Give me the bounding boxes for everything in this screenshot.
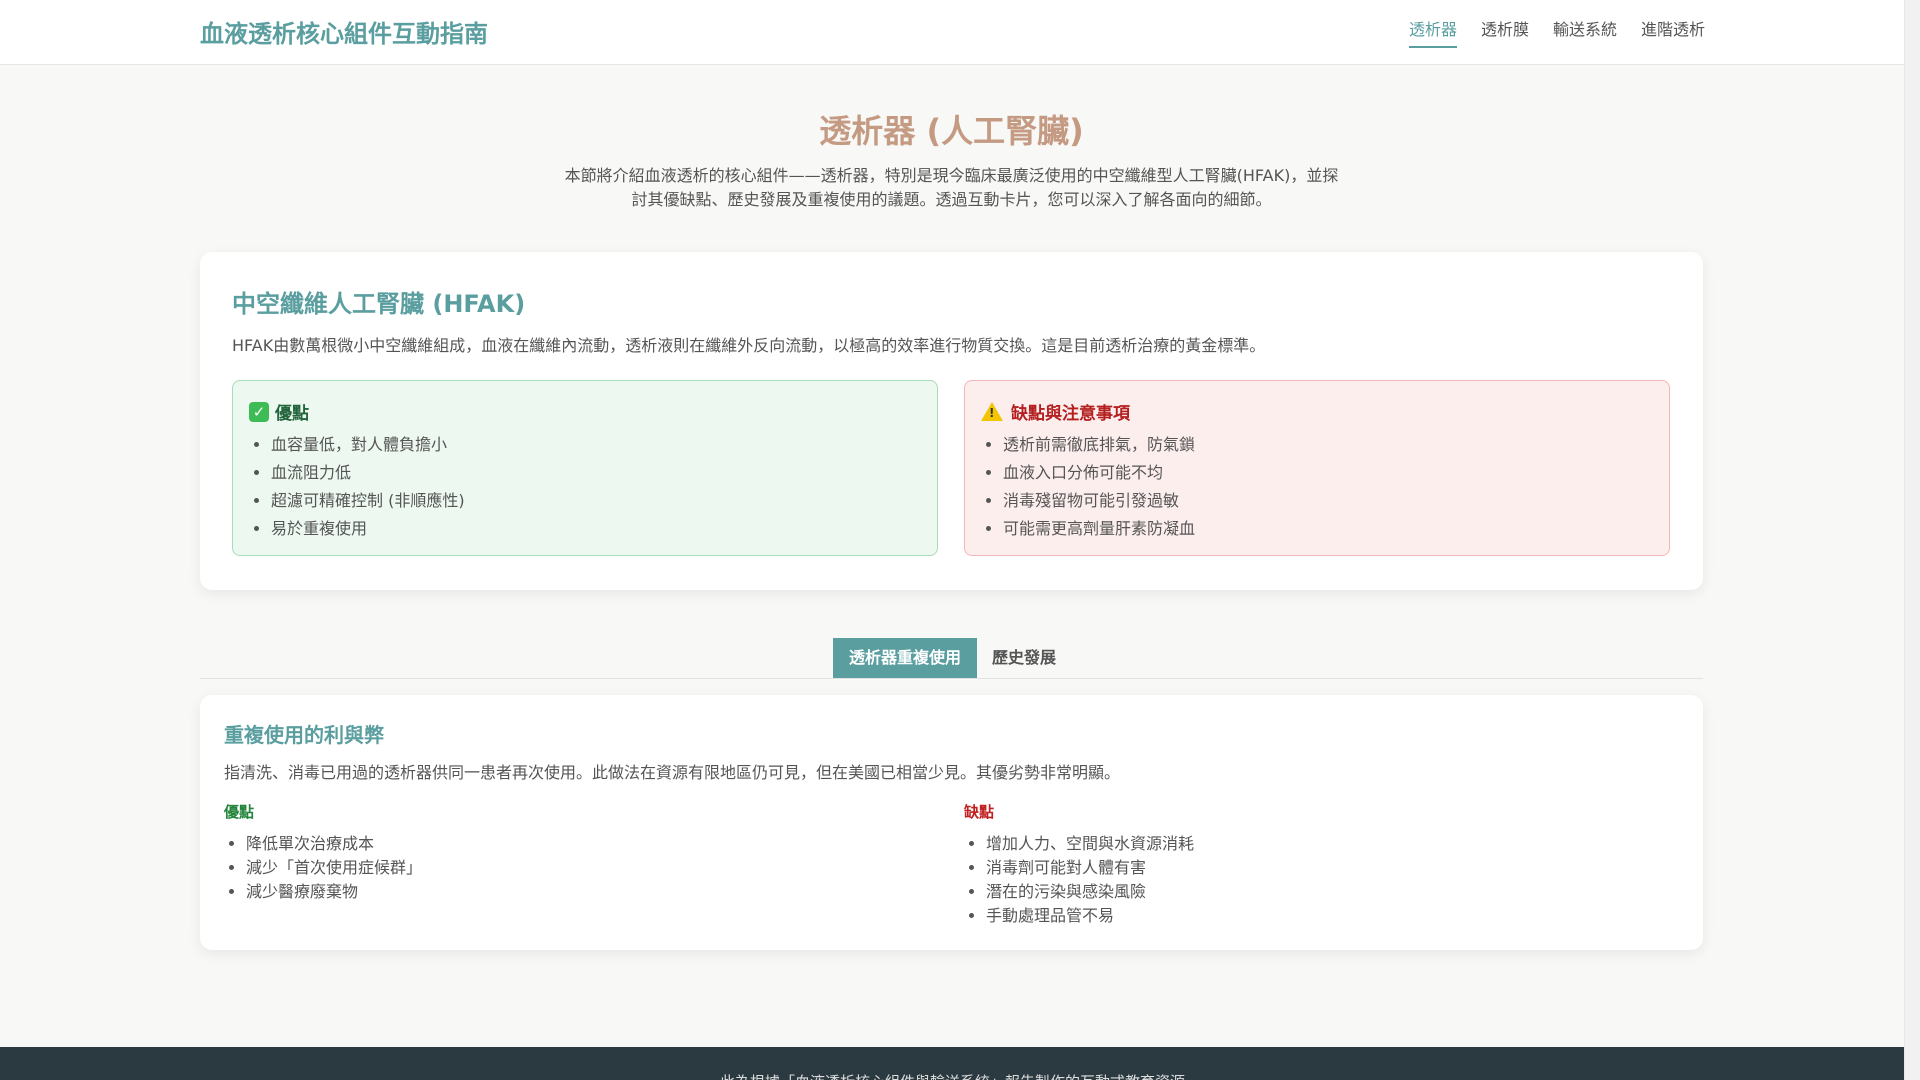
- list-item: 易於重複使用: [271, 515, 465, 543]
- tab-dialyzer-reuse[interactable]: 透析器重複使用: [833, 638, 978, 678]
- list-item: 降低單次治療成本: [246, 832, 924, 856]
- reuse-title: 重複使用的利與弊: [224, 723, 384, 747]
- hfak-pros-header: ✓ 優點: [249, 399, 309, 424]
- hfak-card: 中空纖維人工腎臟 (HFAK) HFAK由數萬根微小中空纖維組成，血液在纖維內流…: [200, 252, 1703, 590]
- reuse-card: 重複使用的利與弊 指清洗、消毒已用過的透析器供同一患者再次使用。此做法在資源有限…: [200, 695, 1703, 950]
- list-item: 減少「首次使用症候群」: [246, 856, 924, 880]
- reuse-cons-column: 缺點 增加人力、空間與水資源消耗 消毒劑可能對人體有害 潛在的污染與感染風險 手…: [964, 801, 1664, 928]
- list-item: 潛在的污染與感染風險: [986, 880, 1664, 904]
- reuse-pros-list: 降低單次治療成本 減少「首次使用症候群」 減少醫療廢棄物: [224, 832, 924, 904]
- tab-bar: 透析器重複使用 歷史發展: [200, 638, 1703, 679]
- hfak-pros-list: 血容量低，對人體負擔小 血流阻力低 超濾可精確控制 (非順應性) 易於重複使用: [249, 431, 465, 543]
- tab-history[interactable]: 歷史發展: [976, 638, 1072, 678]
- list-item: 增加人力、空間與水資源消耗: [986, 832, 1664, 856]
- nav-advanced-dialysis[interactable]: 進階透析: [1641, 16, 1705, 48]
- list-item: 消毒劑可能對人體有害: [986, 856, 1664, 880]
- list-item: 超濾可精確控制 (非順應性): [271, 487, 465, 515]
- reuse-cons-title: 缺點: [964, 803, 995, 821]
- reuse-description: 指清洗、消毒已用過的透析器供同一患者再次使用。此做法在資源有限地區仍可見，但在美…: [224, 763, 1121, 782]
- check-mark-icon: ✓: [249, 401, 269, 422]
- list-item: 血流阻力低: [271, 459, 465, 487]
- list-item: 透析前需徹底排氣，防氣鎖: [1003, 431, 1195, 459]
- main-nav: 透析器 透析膜 輸送系統 進階透析: [1408, 16, 1705, 48]
- footer: 此為根據「血液透析核心組件與輸送系統」報告製作的互動式教育資源: [0, 1047, 1905, 1080]
- reuse-pros-title: 優點: [224, 803, 255, 821]
- list-item: 血液入口分佈可能不均: [1003, 459, 1195, 487]
- nav-delivery-system[interactable]: 輸送系統: [1553, 16, 1617, 48]
- hfak-cons-title: 缺點與注意事項: [1011, 404, 1130, 424]
- page-intro: 本節將介紹血液透析的核心組件——透析器，特別是現今臨床最廣泛使用的中空纖維型人工…: [564, 166, 1339, 209]
- hfak-description: HFAK由數萬根微小中空纖維組成，血液在纖維內流動，透析液則在纖維外反向流動，以…: [232, 336, 1266, 355]
- warning-icon: [981, 402, 1003, 421]
- hfak-pros-title: 優點: [275, 404, 309, 424]
- list-item: 可能需更高劑量肝素防凝血: [1003, 515, 1195, 543]
- hfak-title: 中空纖維人工腎臟 (HFAK): [232, 290, 526, 318]
- nav-dialyzer[interactable]: 透析器: [1408, 16, 1457, 48]
- vertical-scrollbar[interactable]: [1904, 0, 1920, 1080]
- reuse-pros-column: 優點 降低單次治療成本 減少「首次使用症候群」 減少醫療廢棄物: [224, 801, 924, 904]
- site-title[interactable]: 血液透析核心組件互動指南: [200, 14, 488, 49]
- list-item: 手動處理品管不易: [986, 904, 1664, 928]
- list-item: 減少醫療廢棄物: [246, 880, 924, 904]
- hfak-pros-box: ✓ 優點 血容量低，對人體負擔小 血流阻力低 超濾可精確控制 (非順應性) 易於…: [232, 380, 938, 556]
- hfak-cons-header: 缺點與注意事項: [981, 399, 1130, 424]
- list-item: 血容量低，對人體負擔小: [271, 431, 465, 459]
- footer-text: 此為根據「血液透析核心組件與輸送系統」報告製作的互動式教育資源: [0, 1071, 1905, 1080]
- top-navbar: 血液透析核心組件互動指南 透析器 透析膜 輸送系統 進階透析: [0, 0, 1905, 65]
- page-title: 透析器 (人工腎臟): [819, 112, 1084, 150]
- hfak-cons-list: 透析前需徹底排氣，防氣鎖 血液入口分佈可能不均 消毒殘留物可能引發過敏 可能需更…: [981, 431, 1195, 543]
- hfak-cons-box: 缺點與注意事項 透析前需徹底排氣，防氣鎖 血液入口分佈可能不均 消毒殘留物可能引…: [964, 380, 1670, 556]
- reuse-cons-list: 增加人力、空間與水資源消耗 消毒劑可能對人體有害 潛在的污染與感染風險 手動處理…: [964, 832, 1664, 928]
- list-item: 消毒殘留物可能引發過敏: [1003, 487, 1195, 515]
- nav-membrane[interactable]: 透析膜: [1481, 16, 1529, 48]
